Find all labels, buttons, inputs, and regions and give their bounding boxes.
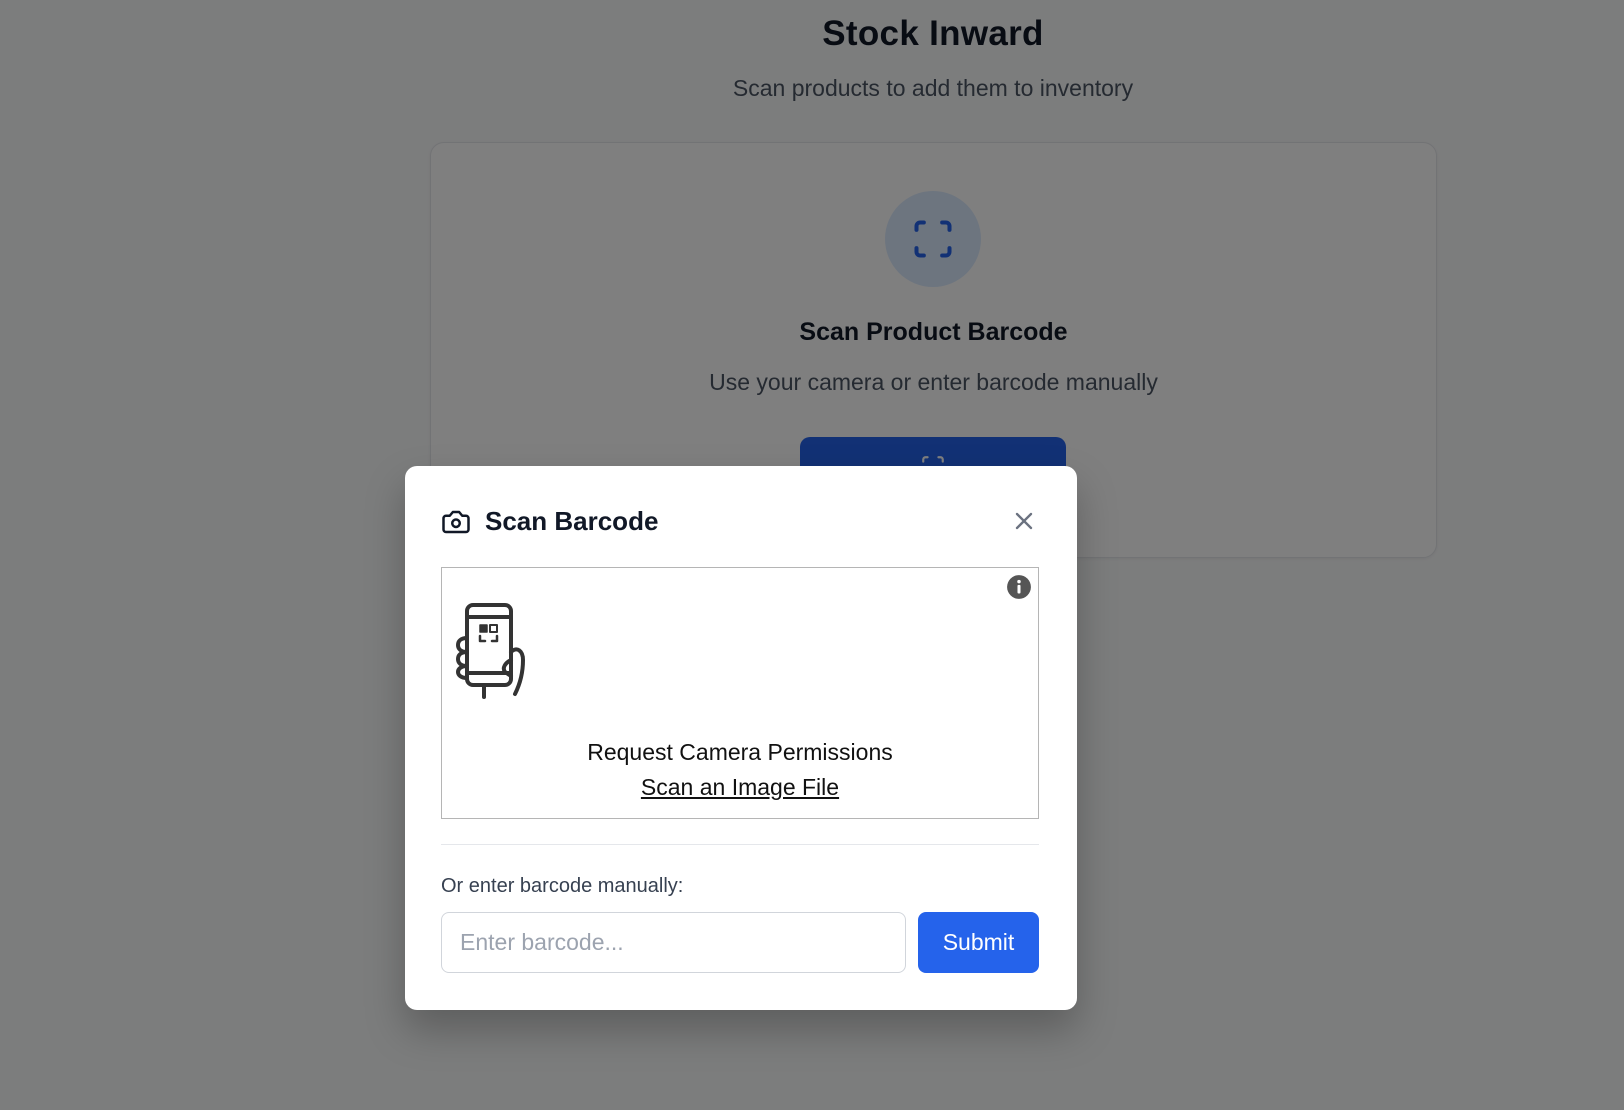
modal-header: Scan Barcode	[441, 506, 658, 537]
info-icon[interactable]	[1006, 574, 1032, 600]
scanner-region: Request Camera Permissions Scan an Image…	[441, 567, 1039, 819]
scan-barcode-modal: Scan Barcode Request Camera Permissions …	[405, 466, 1077, 1010]
request-camera-permissions-button[interactable]: Request Camera Permissions	[442, 739, 1038, 766]
phone-qr-icon	[456, 603, 525, 699]
submit-button[interactable]: Submit	[918, 912, 1039, 973]
divider	[441, 844, 1039, 845]
manual-entry-label: Or enter barcode manually:	[441, 875, 684, 897]
camera-icon	[442, 510, 470, 533]
barcode-input[interactable]	[441, 912, 906, 973]
close-icon	[1015, 512, 1033, 530]
modal-title: Scan Barcode	[485, 506, 659, 536]
close-button[interactable]	[1007, 504, 1041, 538]
scan-image-file-link[interactable]: Scan an Image File	[442, 774, 1038, 801]
